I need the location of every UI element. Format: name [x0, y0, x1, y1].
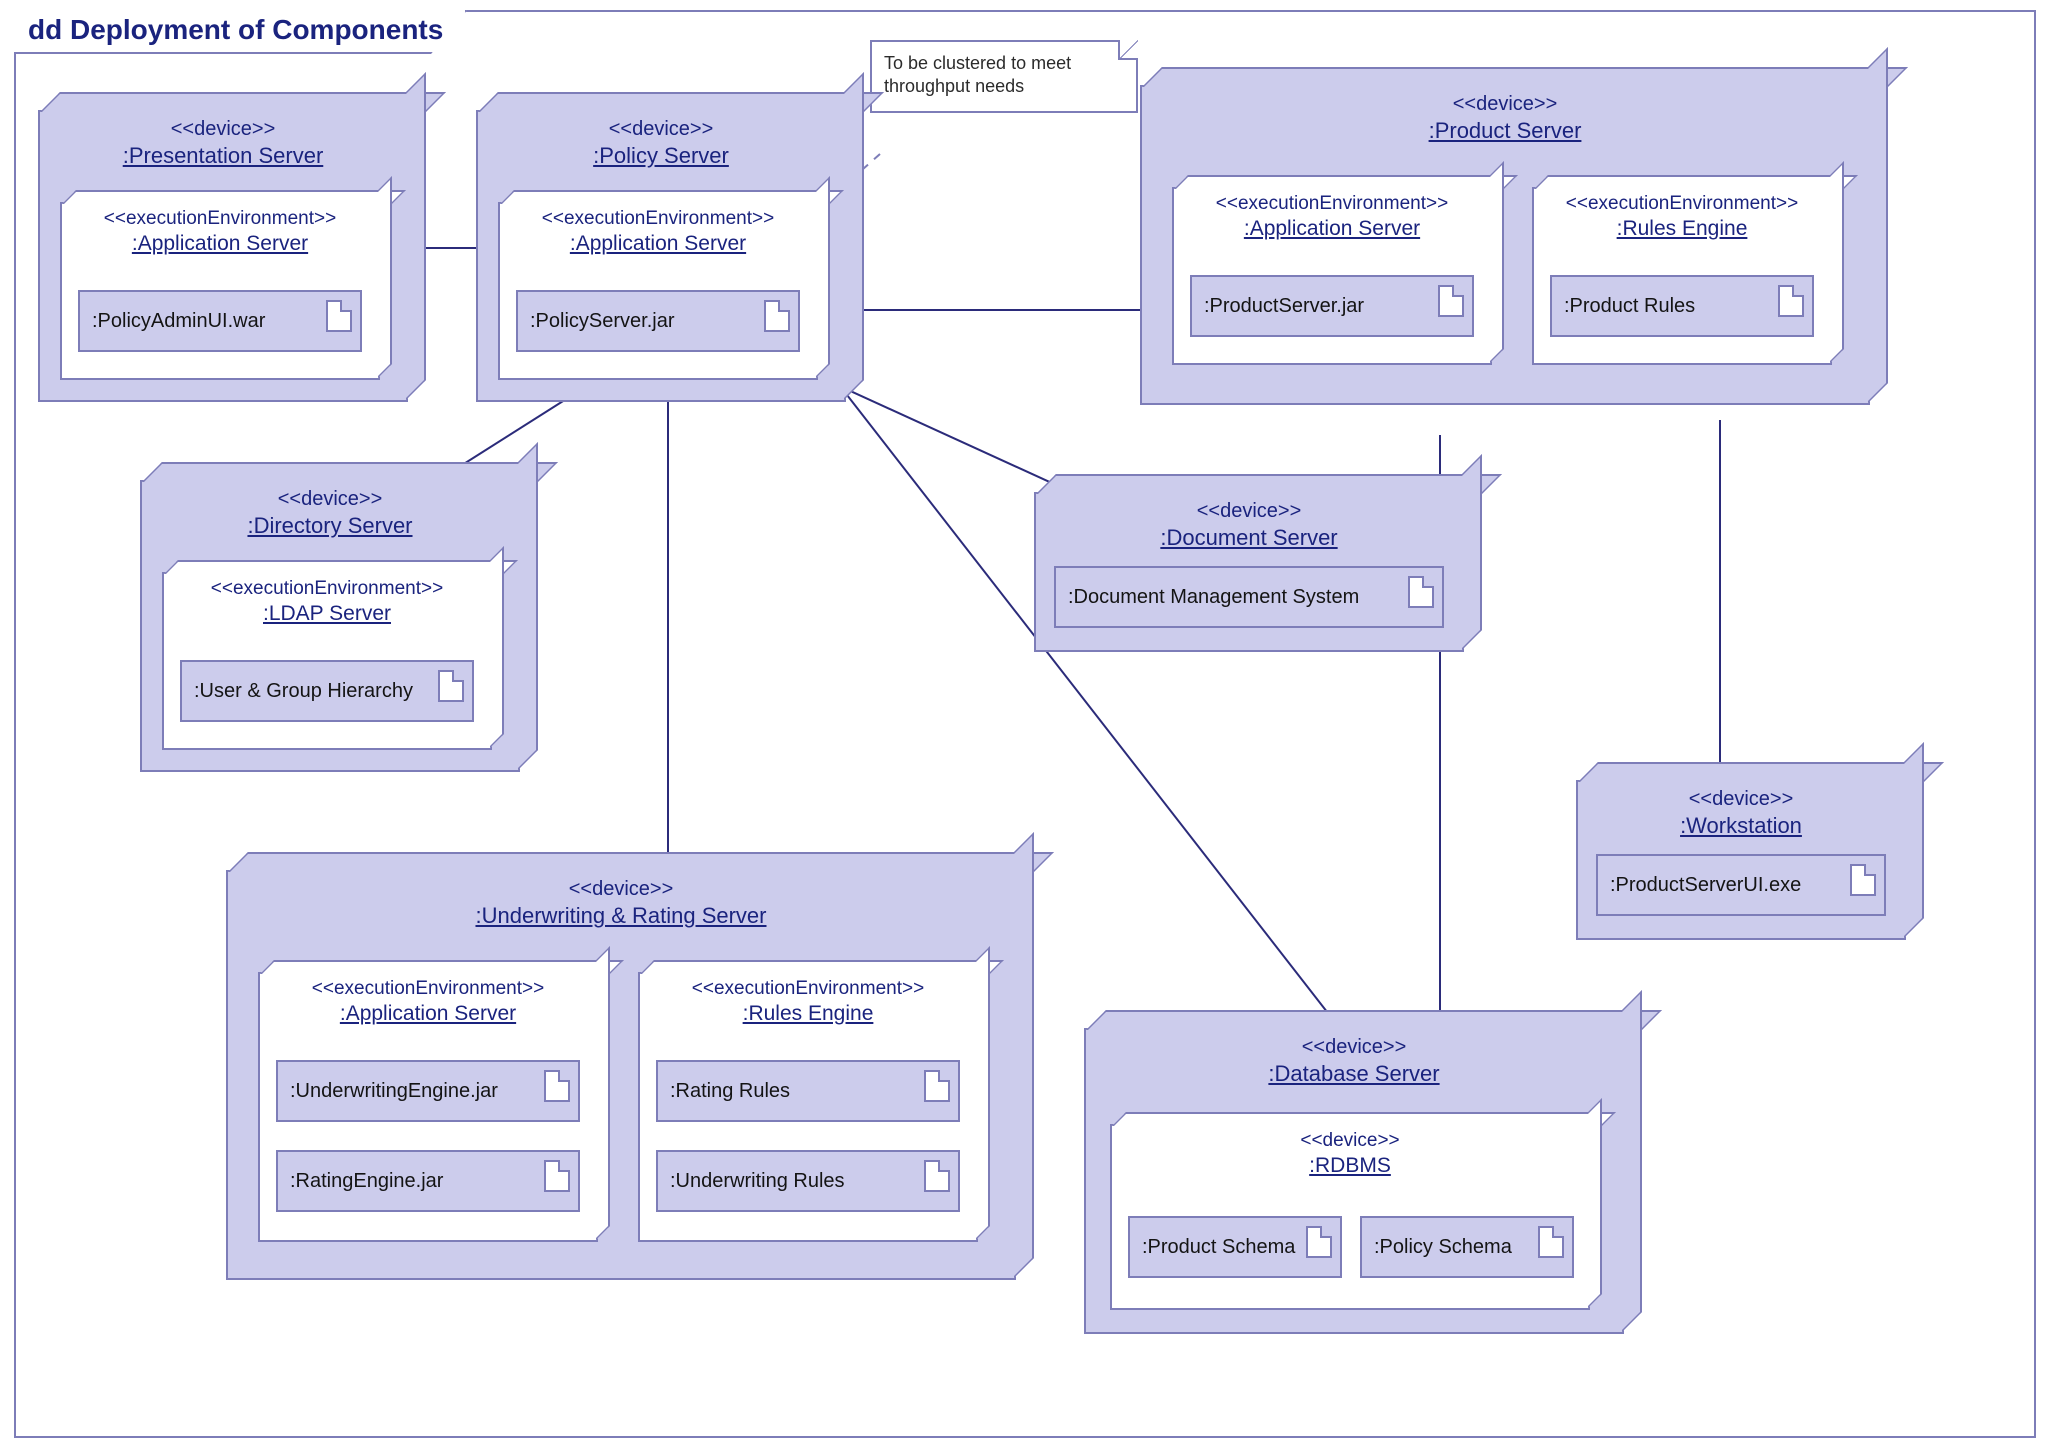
stereo-device: <<device>> — [1036, 500, 1462, 523]
title-rdbms: :RDBMS — [1112, 1154, 1588, 1178]
node-workstation: <<device>> :Workstation :ProductServerUI… — [1576, 780, 1906, 940]
artifact-policyserverjar: :PolicyServer.jar — [516, 290, 800, 352]
title-product: :Product Server — [1142, 118, 1868, 144]
artifact-uwrules: :Underwriting Rules — [656, 1150, 960, 1212]
node-directory-server: <<device>> :Directory Server <<execution… — [140, 480, 520, 772]
title-uw-env1: :Application Server — [260, 1002, 596, 1026]
stereo-device-inner: <<device>> — [1112, 1130, 1588, 1152]
title-policy: :Policy Server — [478, 143, 844, 169]
artifact-icon — [924, 1160, 950, 1192]
artifact-label: :UnderwritingEngine.jar — [290, 1080, 498, 1103]
artifact-label: :Rating Rules — [670, 1080, 790, 1103]
artifact-icon — [924, 1070, 950, 1102]
artifact-label: :Product Schema — [1142, 1236, 1295, 1259]
node-database-server: <<device>> :Database Server <<device>> :… — [1084, 1028, 1624, 1334]
stereo-device: <<device>> — [142, 488, 518, 511]
artifact-productschema: :Product Schema — [1128, 1216, 1342, 1278]
node-presentation-server: <<device>> :Presentation Server <<execut… — [38, 110, 408, 402]
title-product-env2: :Rules Engine — [1534, 217, 1830, 241]
title-workstation: :Workstation — [1578, 813, 1904, 839]
stereo-device: <<device>> — [1142, 93, 1868, 116]
stereo-device: <<device>> — [228, 878, 1014, 901]
artifact-icon — [1778, 285, 1804, 317]
artifact-icon — [1408, 576, 1434, 608]
artifact-icon — [764, 300, 790, 332]
title-database: :Database Server — [1086, 1061, 1622, 1087]
title-underwriting: :Underwriting & Rating Server — [228, 903, 1014, 929]
node-policy-server: <<device>> :Policy Server <<executionEnv… — [476, 110, 846, 402]
env-product-appserver: <<executionEnvironment>> :Application Se… — [1172, 187, 1492, 365]
artifact-icon — [1438, 285, 1464, 317]
artifact-label: :ProductServerUI.exe — [1610, 874, 1801, 897]
artifact-label: :ProductServer.jar — [1204, 295, 1364, 318]
artifact-icon — [326, 300, 352, 332]
stereo-device: <<device>> — [1086, 1036, 1622, 1059]
artifact-icon — [544, 1160, 570, 1192]
stereo-device: <<device>> — [478, 118, 844, 141]
title-directory: :Directory Server — [142, 513, 518, 539]
stereo-exec: <<executionEnvironment>> — [640, 978, 976, 1000]
title-product-env1: :Application Server — [1174, 217, 1490, 241]
note-throughput: To be clustered to meet throughput needs — [870, 40, 1138, 113]
diagram-title: dd Deployment of Components — [14, 10, 467, 54]
artifact-label: :Policy Schema — [1374, 1236, 1512, 1259]
artifact-icon — [1538, 1226, 1564, 1258]
stereo-device: <<device>> — [1578, 788, 1904, 811]
artifact-label: :Document Management System — [1068, 586, 1359, 609]
node-underwriting-server: <<device>> :Underwriting & Rating Server… — [226, 870, 1016, 1280]
node-product-server: <<device>> :Product Server <<executionEn… — [1140, 85, 1870, 405]
stereo-exec: <<executionEnvironment>> — [62, 208, 378, 230]
artifact-label: :PolicyAdminUI.war — [92, 310, 265, 333]
artifact-productserverui: :ProductServerUI.exe — [1596, 854, 1886, 916]
stereo-exec: <<executionEnvironment>> — [260, 978, 596, 1000]
artifact-ratingrules: :Rating Rules — [656, 1060, 960, 1122]
artifact-icon — [544, 1070, 570, 1102]
env-uw-rules: <<executionEnvironment>> :Rules Engine :… — [638, 972, 978, 1242]
node-document-server: <<device>> :Document Server :Document Ma… — [1034, 492, 1464, 652]
artifact-label: :Underwriting Rules — [670, 1170, 845, 1193]
stereo-exec: <<executionEnvironment>> — [1534, 193, 1830, 215]
env-rdbms: <<device>> :RDBMS :Product Schema :Polic… — [1110, 1124, 1590, 1310]
title-ldap: :LDAP Server — [164, 602, 490, 626]
env-presentation-appserver: <<executionEnvironment>> :Application Se… — [60, 202, 380, 380]
stereo-exec: <<executionEnvironment>> — [164, 578, 490, 600]
stereo-exec: <<executionEnvironment>> — [500, 208, 816, 230]
artifact-productserverjar: :ProductServer.jar — [1190, 275, 1474, 337]
artifact-icon — [438, 670, 464, 702]
env-policy-appserver: <<executionEnvironment>> :Application Se… — [498, 202, 818, 380]
title-document: :Document Server — [1036, 525, 1462, 551]
env-ldap: <<executionEnvironment>> :LDAP Server :U… — [162, 572, 492, 750]
artifact-label: :PolicyServer.jar — [530, 310, 675, 333]
title-policy-env: :Application Server — [500, 232, 816, 256]
diagram-canvas: dd Deployment of Components To be cluste… — [0, 0, 2052, 1452]
title-presentation: :Presentation Server — [40, 143, 406, 169]
stereo-device: <<device>> — [40, 118, 406, 141]
stereo-exec: <<executionEnvironment>> — [1174, 193, 1490, 215]
artifact-label: :User & Group Hierarchy — [194, 680, 413, 703]
artifact-icon — [1850, 864, 1876, 896]
artifact-uwengine: :UnderwritingEngine.jar — [276, 1060, 580, 1122]
artifact-label: :Product Rules — [1564, 295, 1695, 318]
artifact-ratingengine: :RatingEngine.jar — [276, 1150, 580, 1212]
artifact-policyschema: :Policy Schema — [1360, 1216, 1574, 1278]
artifact-usergroup: :User & Group Hierarchy — [180, 660, 474, 722]
artifact-label: :RatingEngine.jar — [290, 1170, 443, 1193]
artifact-docmgmt: :Document Management System — [1054, 566, 1444, 628]
env-uw-appserver: <<executionEnvironment>> :Application Se… — [258, 972, 598, 1242]
artifact-productrules: :Product Rules — [1550, 275, 1814, 337]
title-uw-env2: :Rules Engine — [640, 1002, 976, 1026]
env-product-rules: <<executionEnvironment>> :Rules Engine :… — [1532, 187, 1832, 365]
title-presentation-env: :Application Server — [62, 232, 378, 256]
artifact-icon — [1306, 1226, 1332, 1258]
artifact-policyadminui: :PolicyAdminUI.war — [78, 290, 362, 352]
